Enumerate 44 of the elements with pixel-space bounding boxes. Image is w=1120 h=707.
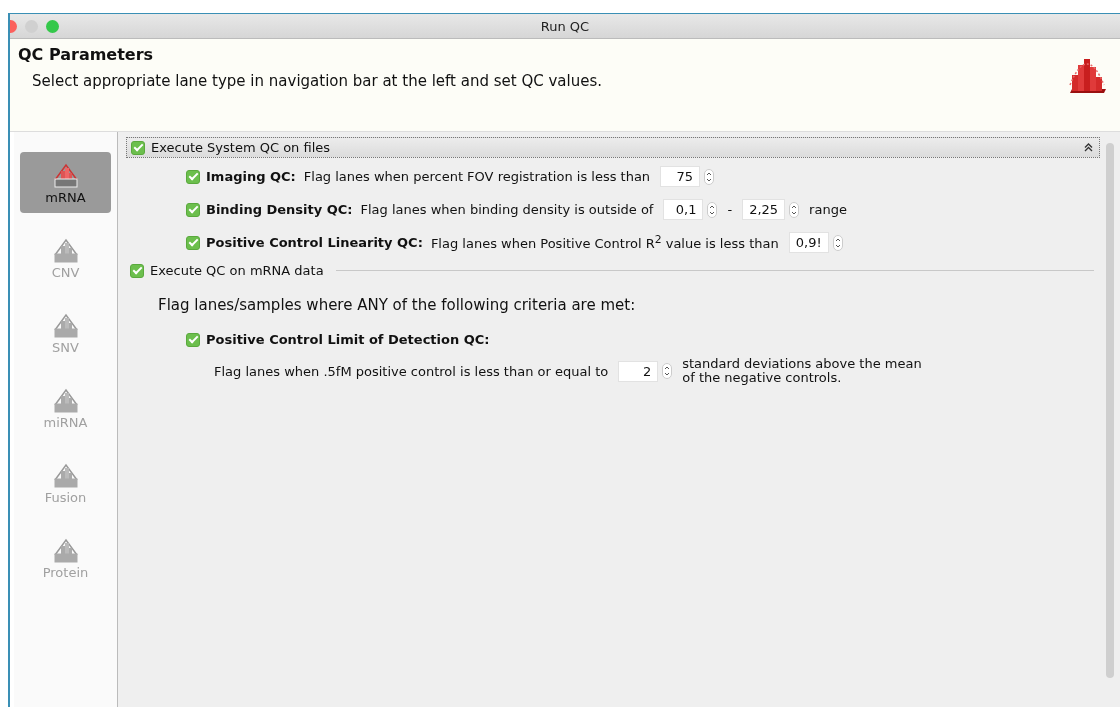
qc-title: Imaging QC:	[206, 169, 296, 184]
number-field[interactable]: 0,1	[663, 199, 704, 220]
scrollbar[interactable]	[1106, 143, 1114, 678]
pyramid-chart-icon	[52, 536, 79, 563]
qc-title: Binding Density QC:	[206, 202, 353, 217]
zoom-button[interactable]	[46, 20, 59, 33]
qc-title: Positive Control Linearity QC:	[206, 235, 423, 250]
number-field[interactable]: 2,25	[742, 199, 786, 220]
pyramid-chart-icon	[52, 311, 79, 338]
qc-description: range	[809, 202, 847, 217]
qc-note: standard deviations above the mean of the negative controls.	[682, 357, 923, 386]
stepper-icon[interactable]	[707, 201, 718, 218]
qc-title: Positive Control Limit of Detection QC:	[206, 332, 490, 347]
qc-description: Flag lanes when .5fM positive control is less than or equal to	[214, 363, 609, 379]
nav-item[interactable]: mRNA	[20, 152, 111, 213]
qc-description: Flag lanes when binding density is outside of	[360, 202, 654, 217]
stepper-icon[interactable]	[662, 363, 673, 380]
page-subtitle: Select appropriate lane type in navigation bar at the left and set QC values.	[32, 72, 602, 90]
checkbox[interactable]	[186, 202, 200, 217]
qc-description: -	[727, 202, 733, 217]
page-title: QC Parameters	[18, 45, 155, 64]
pyramid-chart-icon	[52, 386, 79, 413]
qc-description: Flag lanes when Positive Control R$^{2}$ value is less than	[430, 233, 779, 252]
criteria-text: Flag lanes/samples where ANY of the following criteria are met:	[158, 296, 637, 314]
checkbox[interactable]	[186, 169, 200, 184]
stepper-icon[interactable]	[832, 234, 843, 251]
number-field[interactable]: 2	[618, 360, 659, 382]
pyramid-chart-icon	[52, 236, 79, 263]
checkbox[interactable]	[186, 235, 200, 250]
pyramid-chart-icon	[52, 461, 79, 488]
section-label: Execute QC on mRNA data	[150, 263, 324, 278]
collapse-icon[interactable]	[1084, 143, 1093, 152]
checkbox[interactable]	[186, 332, 200, 347]
qc-description: Flag lanes when percent FOV registration is less than	[303, 169, 651, 184]
number-field[interactable]: 75	[660, 166, 701, 187]
window-title: Run QC	[540, 18, 590, 34]
checkbox[interactable]	[130, 263, 144, 278]
section-header[interactable]: Execute System QC on files	[126, 137, 1100, 158]
number-field[interactable]: 0,9!	[788, 232, 829, 253]
section-label: Execute System QC on files	[151, 140, 331, 155]
stepper-icon[interactable]	[704, 168, 715, 185]
pyramid-chart-icon	[52, 161, 79, 188]
checkbox[interactable]	[131, 140, 145, 155]
stepper-icon[interactable]	[789, 201, 800, 218]
